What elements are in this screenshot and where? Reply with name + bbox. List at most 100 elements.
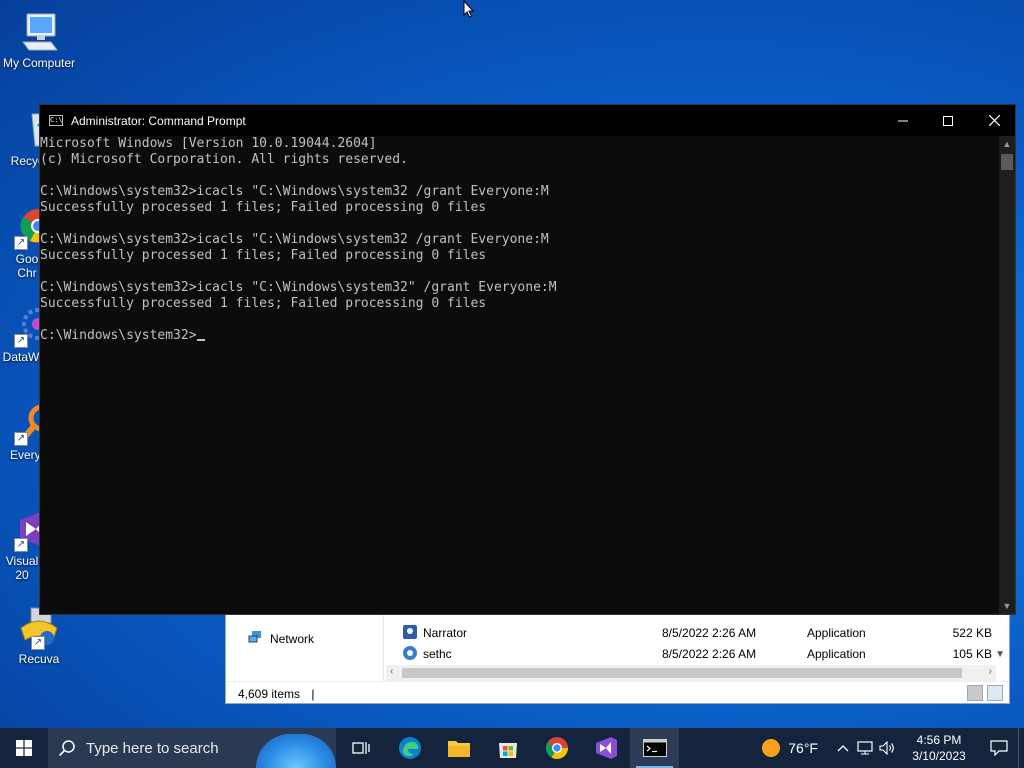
windows-logo-icon bbox=[16, 740, 32, 756]
desktop-icon-recuva[interactable]: ↗ Recuva bbox=[0, 606, 78, 666]
taskbar-search-box[interactable]: Type here to search bbox=[48, 728, 336, 768]
file-size: 522 KB bbox=[952, 626, 992, 640]
nav-item-label: Network bbox=[270, 631, 315, 646]
console-prompt-line[interactable]: C:\Windows\system32> bbox=[40, 328, 1001, 344]
network-icon bbox=[857, 741, 873, 755]
datawrapper-icon: ↗ bbox=[14, 304, 40, 348]
item-count: 4,609 items bbox=[238, 687, 301, 701]
search-icon bbox=[58, 740, 75, 757]
file-date: 8/5/2022 2:26 AM bbox=[662, 647, 757, 661]
taskbar-clock[interactable]: 4:56 PM 3/10/2023 bbox=[904, 732, 974, 764]
desktop-icon-recycle-bin[interactable]: Recyc bbox=[0, 108, 44, 168]
window-titlebar[interactable]: C:\ Administrator: Command Prompt bbox=[40, 105, 1015, 136]
desktop-icon-label: DataW bbox=[2, 350, 40, 364]
maximize-button[interactable] bbox=[925, 105, 971, 136]
scroll-down-icon[interactable]: ▼ bbox=[995, 649, 1005, 660]
scroll-left-icon[interactable]: ‹ bbox=[390, 666, 393, 677]
navigation-pane[interactable]: Network bbox=[226, 609, 384, 681]
sethc-icon bbox=[402, 645, 418, 664]
desktop-icon-label: Goo Chr bbox=[15, 252, 39, 280]
everything-icon: ↗ bbox=[14, 402, 40, 446]
minimize-button[interactable] bbox=[880, 105, 926, 136]
desktop-icon-label: Recuva bbox=[18, 652, 60, 666]
command-prompt-window[interactable]: C:\ Administrator: Command Prompt Micros… bbox=[39, 104, 1016, 615]
vertical-scrollbar[interactable]: ▲ ▼ bbox=[999, 136, 1015, 614]
clock-time: 4:56 PM bbox=[916, 733, 962, 747]
shortcut-arrow-icon: ↗ bbox=[14, 334, 28, 348]
desktop-icon-my-computer[interactable]: My Computer bbox=[0, 10, 78, 70]
desktop-icon-visual-studio[interactable]: ↗ Visual 20 bbox=[0, 508, 40, 582]
large-icons-view-icon[interactable] bbox=[987, 685, 1003, 701]
chrome-taskbar-button[interactable] bbox=[532, 728, 581, 768]
edge-taskbar-button[interactable] bbox=[385, 728, 434, 768]
console-line: ​ bbox=[40, 264, 1001, 280]
network-tray-button[interactable] bbox=[854, 728, 876, 768]
volume-tray-button[interactable] bbox=[876, 728, 898, 768]
file-row[interactable]: sethc 8/5/2022 2:26 AM Application 105 K… bbox=[402, 644, 992, 664]
computer-icon bbox=[17, 10, 61, 54]
console-line: Successfully processed 1 files; Failed p… bbox=[40, 296, 487, 311]
store-taskbar-button[interactable] bbox=[483, 728, 532, 768]
system-tray: 76°F 4:56 PM 3/10/2023 bbox=[762, 728, 1024, 768]
scrollbar-thumb[interactable] bbox=[402, 668, 962, 678]
desktop-icon-everything[interactable]: ↗ Every bbox=[0, 402, 40, 462]
file-type: Application bbox=[807, 626, 866, 640]
taskbar: Type here to search 76°F 4:56 PM 3/10/20… bbox=[0, 728, 1024, 768]
close-icon bbox=[988, 115, 1000, 126]
file-explorer-taskbar-button[interactable] bbox=[434, 728, 483, 768]
scroll-right-icon[interactable]: › bbox=[989, 666, 992, 677]
show-desktop-button[interactable] bbox=[1018, 728, 1024, 768]
cmd-taskbar-button[interactable] bbox=[630, 728, 679, 768]
desktop-icon-label: My Computer bbox=[2, 56, 76, 70]
console-line: ​ bbox=[40, 168, 1001, 184]
shortcut-arrow-icon: ↗ bbox=[14, 538, 28, 552]
task-view-button[interactable] bbox=[336, 728, 385, 768]
console-line: C:\Windows\system32>icacls "C:\Windows\s… bbox=[40, 280, 557, 295]
console-output[interactable]: Microsoft Windows [Version 10.0.19044.26… bbox=[40, 136, 1001, 614]
file-explorer-icon bbox=[447, 741, 470, 757]
notifications-button[interactable] bbox=[980, 728, 1018, 768]
desktop-icon-label: Visual 20 bbox=[5, 554, 39, 582]
scroll-down-icon[interactable]: ▼ bbox=[999, 598, 1015, 614]
console-line: Successfully processed 1 files; Failed p… bbox=[40, 200, 487, 215]
status-divider: | bbox=[311, 687, 315, 701]
desktop-icon-label: Recyc bbox=[10, 154, 44, 168]
horizontal-scrollbar[interactable]: ‹ › bbox=[386, 665, 996, 681]
shortcut-arrow-icon: ↗ bbox=[31, 636, 45, 650]
store-icon bbox=[498, 743, 517, 758]
shortcut-arrow-icon: ↗ bbox=[14, 432, 28, 446]
desktop-icon-chrome[interactable]: ↗ Goo Chr bbox=[0, 206, 40, 280]
file-date: 8/5/2022 2:26 AM bbox=[662, 626, 757, 640]
chevron-up-icon bbox=[837, 745, 849, 752]
scroll-up-icon[interactable]: ▲ bbox=[999, 136, 1015, 152]
desktop-icon-datawrapper[interactable]: ↗ DataW bbox=[0, 304, 40, 364]
console-line: C:\Windows\system32>icacls "C:\Windows\s… bbox=[40, 232, 549, 247]
scrollbar-thumb[interactable] bbox=[1001, 154, 1013, 170]
console-line: Successfully processed 1 files; Failed p… bbox=[40, 248, 487, 263]
chrome-icon: ↗ bbox=[14, 206, 40, 250]
visual-studio-icon: ↗ bbox=[14, 508, 40, 552]
shortcut-arrow-icon: ↗ bbox=[14, 236, 28, 250]
console-prompt: C:\Windows\system32> bbox=[40, 328, 197, 343]
console-line: ​ bbox=[40, 216, 1001, 232]
details-view-icon[interactable] bbox=[967, 685, 983, 701]
visual-studio-taskbar-button[interactable] bbox=[581, 728, 630, 768]
show-hidden-icons-button[interactable] bbox=[832, 728, 854, 768]
search-placeholder: Type here to search bbox=[86, 739, 219, 757]
nav-item-network[interactable]: Network bbox=[248, 629, 314, 648]
desktop-icon-label: Every bbox=[10, 448, 40, 462]
edge-icon bbox=[398, 737, 421, 759]
file-name: sethc bbox=[423, 647, 452, 661]
file-row[interactable]: Narrator 8/5/2022 2:26 AM Application 52… bbox=[402, 623, 992, 643]
start-button[interactable] bbox=[0, 728, 48, 768]
close-button[interactable] bbox=[971, 105, 1017, 136]
file-explorer-window[interactable]: Network Narrator 8/5/2022 2:26 AM Applic… bbox=[225, 608, 1010, 704]
console-line: (c) Microsoft Corporation. All rights re… bbox=[40, 152, 408, 167]
file-type: Application bbox=[807, 647, 866, 661]
minimize-icon bbox=[898, 120, 908, 121]
notification-icon bbox=[990, 740, 1008, 756]
chrome-icon bbox=[545, 737, 568, 759]
weather-widget[interactable]: 76°F bbox=[762, 739, 818, 757]
search-highlight-image bbox=[256, 734, 336, 768]
window-title: Administrator: Command Prompt bbox=[71, 113, 246, 128]
